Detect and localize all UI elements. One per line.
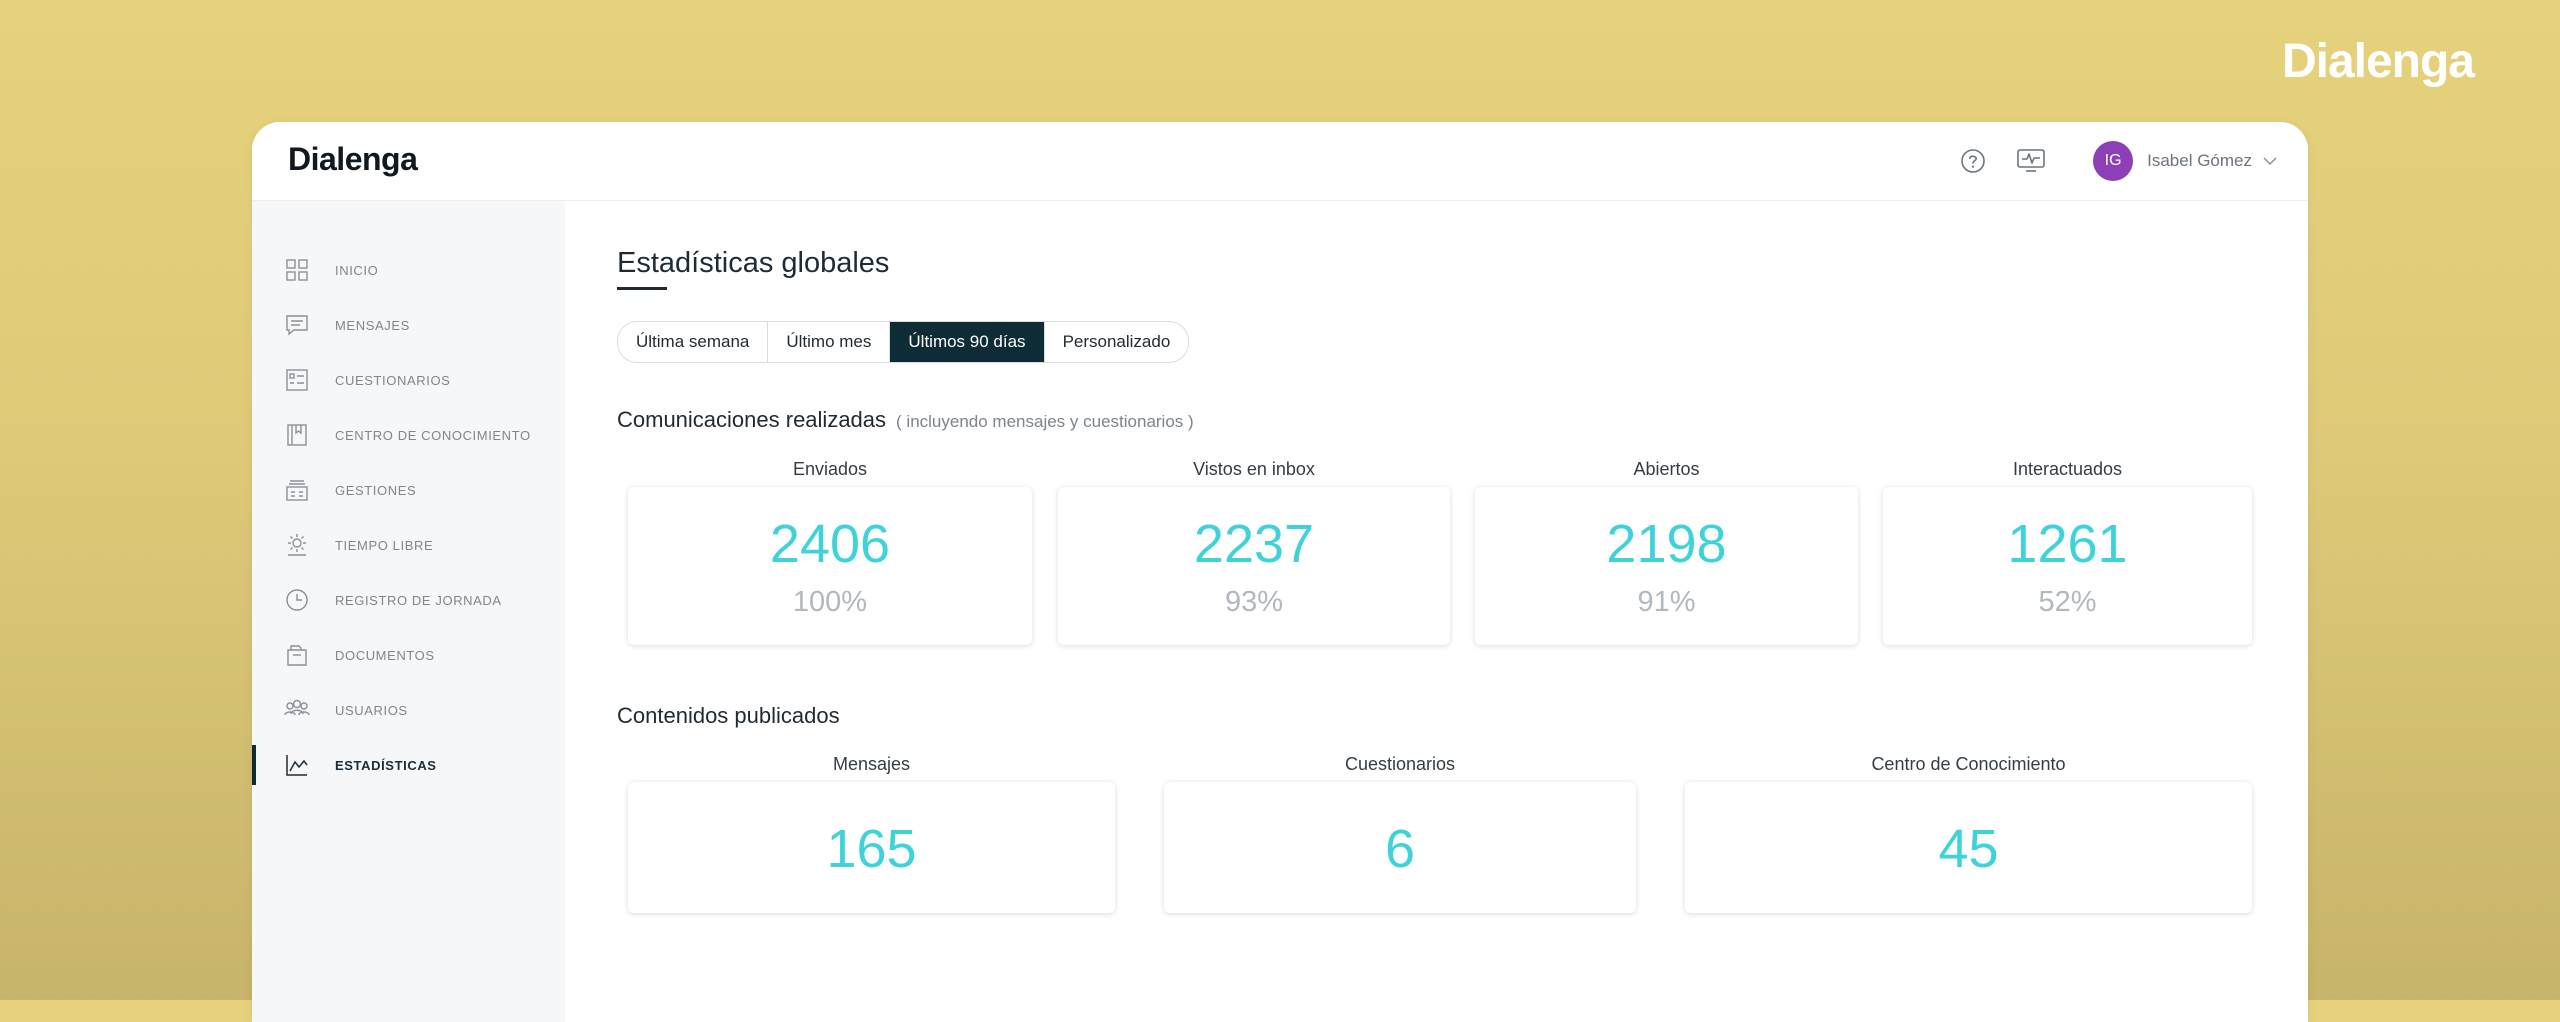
stat-vistos-en-inbox: Vistos en inbox 2237 93% (1058, 459, 1450, 659)
app-window: Dialenga IG Isabel Gómez INICIO MENSAJES… (252, 122, 2308, 1022)
sidebar-item-gestiones[interactable]: GESTIONES (252, 470, 565, 510)
stat-card: 45 (1685, 782, 2252, 913)
sidebar-item-documentos[interactable]: DOCUMENTOS (252, 635, 565, 675)
brand-logo-corner: Dialenga (2281, 35, 2475, 88)
stat-value: 2406 (769, 514, 891, 574)
stat-label: Vistos en inbox (1193, 459, 1315, 479)
document-icon (284, 642, 310, 668)
monitor-activity-icon[interactable] (2015, 145, 2047, 177)
stat-label: Mensajes (832, 754, 911, 774)
stat-label: Cuestionarios (1344, 754, 1456, 774)
inbox-icon (284, 477, 310, 503)
sidebar-item-cuestionarios[interactable]: CUESTIONARIOS (252, 360, 565, 400)
message-icon (284, 312, 310, 338)
book-icon (284, 422, 310, 448)
stat-percentage: 100% (792, 586, 868, 618)
stat-value: 165 (826, 819, 917, 879)
range-custom-button[interactable]: Personalizado (1045, 322, 1189, 362)
stat-value: 2198 (1606, 514, 1727, 574)
stat-card: 165 (628, 782, 1115, 913)
sidebar-item-estadisticas[interactable]: ESTADÍSTICAS (252, 745, 565, 785)
stat-card: 2406 100% (628, 487, 1032, 645)
section-note: ( incluyendo mensajes y cuestionarios ) (896, 412, 1194, 431)
stat-label: Centro de Conocimiento (1871, 754, 2066, 774)
top-actions: IG Isabel Gómez (1957, 140, 2280, 182)
form-icon (284, 367, 310, 393)
stat-label: Interactuados (2012, 459, 2123, 479)
app-logo[interactable]: Dialenga (288, 141, 418, 178)
stat-value: 45 (1938, 819, 1999, 879)
grid-icon (284, 257, 310, 283)
stat-label: Abiertos (1633, 459, 1700, 479)
sidebar-item-label: MENSAJES (335, 317, 410, 333)
sidebar-item-tiempo-libre[interactable]: TIEMPO LIBRE (252, 525, 565, 565)
sidebar-item-label: TIEMPO LIBRE (335, 537, 434, 553)
sidebar-item-label: USUARIOS (335, 702, 408, 718)
section-title-communications: Comunicaciones realizadas ( incluyendo me… (617, 407, 1194, 433)
date-range-selector: Última semana Último mes Últimos 90 días… (617, 321, 1190, 363)
stat-interactuados: Interactuados 1261 52% (1883, 459, 2252, 659)
stat-card: 2237 93% (1058, 487, 1450, 645)
sidebar-item-label: INICIO (335, 262, 379, 278)
stat-cuestionarios: Cuestionarios 6 (1164, 754, 1636, 924)
sun-icon (284, 532, 310, 558)
sidebar-item-label: GESTIONES (335, 482, 417, 498)
clock-icon (284, 587, 310, 613)
stat-card: 1261 52% (1883, 487, 2252, 645)
sidebar-item-centro-de-conocimiento[interactable]: CENTRO DE CONOCIMIENTO (252, 415, 565, 455)
stat-card: 6 (1164, 782, 1636, 913)
range-last-week-button[interactable]: Última semana (618, 322, 769, 362)
help-icon[interactable] (1957, 145, 1989, 177)
sidebar-item-registro-de-jornada[interactable]: REGISTRO DE JORNADA (252, 580, 565, 620)
user-avatar[interactable]: IG (2093, 141, 2134, 181)
chart-icon (284, 752, 310, 778)
stat-value: 1261 (2007, 514, 2128, 574)
sidebar-item-label: DOCUMENTOS (335, 647, 435, 663)
section-title-text: Comunicaciones realizadas (617, 407, 887, 432)
users-icon (284, 697, 310, 723)
main-content: Estadísticas globales Última semana Últi… (565, 201, 2308, 1022)
user-name[interactable]: Isabel Gómez (2147, 151, 2252, 171)
stat-card: 2198 91% (1475, 487, 1858, 645)
stat-mensajes: Mensajes 165 (628, 754, 1115, 924)
chevron-down-icon[interactable] (2262, 152, 2280, 170)
sidebar-item-label: ESTADÍSTICAS (335, 757, 437, 773)
sidebar-item-label: REGISTRO DE JORNADA (335, 592, 502, 608)
section-title-contents: Contenidos publicados (617, 703, 840, 729)
stat-value: 2237 (1193, 514, 1315, 574)
top-bar: Dialenga IG Isabel Gómez (252, 122, 2308, 201)
stat-value: 6 (1384, 819, 1416, 879)
sidebar-item-label: CENTRO DE CONOCIMIENTO (335, 427, 531, 443)
sidebar-item-usuarios[interactable]: USUARIOS (252, 690, 565, 730)
range-last-90-days-button[interactable]: Últimos 90 días (890, 322, 1045, 362)
stat-percentage: 93% (1224, 586, 1284, 618)
sidebar: INICIO MENSAJES CUESTIONARIOS CENTRO DE … (252, 201, 565, 1022)
sidebar-item-label: CUESTIONARIOS (335, 372, 451, 388)
stat-abiertos: Abiertos 2198 91% (1475, 459, 1858, 659)
section-title-text: Contenidos publicados (617, 703, 840, 728)
range-last-month-button[interactable]: Último mes (768, 322, 891, 362)
sidebar-item-inicio[interactable]: INICIO (252, 250, 565, 290)
stat-percentage: 52% (2038, 586, 2097, 618)
stat-percentage: 91% (1637, 586, 1696, 618)
sidebar-item-mensajes[interactable]: MENSAJES (252, 305, 565, 345)
stat-enviados: Enviados 2406 100% (628, 459, 1032, 659)
page-title: Estadísticas globales (617, 247, 890, 279)
stat-centro-de-conocimiento: Centro de Conocimiento 45 (1685, 754, 2252, 924)
title-underline (617, 287, 667, 290)
stat-label: Enviados (792, 459, 868, 479)
